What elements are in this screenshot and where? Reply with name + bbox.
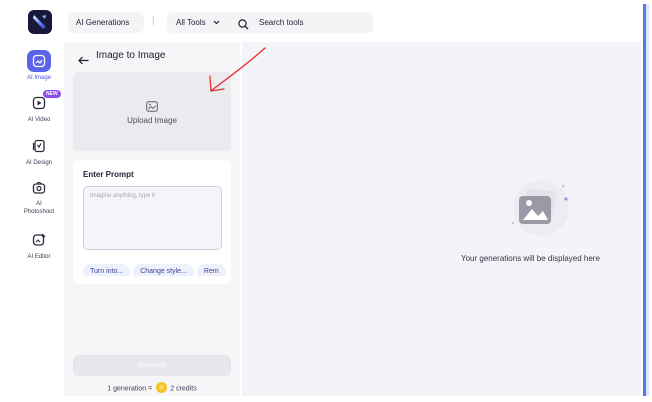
search-input[interactable]: Search tools	[259, 12, 303, 33]
suggestion-chip[interactable]: Rem	[196, 264, 226, 276]
upload-image-label: Upload Image	[127, 116, 177, 125]
sidebar-item-label: AI Editor	[27, 254, 51, 260]
prompt-suggestions: Turn into... Change style... Rem	[83, 260, 231, 276]
sidebar-item-ai-design[interactable]: AI Design	[14, 135, 64, 171]
sidebar-item-label: AI Image	[26, 75, 51, 81]
coin-icon	[156, 382, 168, 393]
prompt-card: Enter Prompt Imagine anything, type it T…	[73, 160, 231, 284]
sidebar-item-label-line2: Photoshoot	[23, 209, 55, 215]
sidebar-item-label: AI Video	[27, 117, 51, 123]
all-tools-search-bar[interactable]: All Tools Search tools	[167, 12, 373, 33]
scrollbar[interactable]	[643, 4, 649, 396]
image-upload-icon	[146, 99, 158, 112]
prompt-title: Enter Prompt	[83, 170, 134, 179]
ai-generations-button[interactable]: AI Generations	[68, 12, 144, 33]
ai-generations-label: AI Generations	[76, 18, 130, 27]
sidebar-item-ai-photoshoot[interactable]: AI Photoshoot	[14, 177, 64, 221]
generations-canvas	[242, 42, 641, 396]
chevron-down-icon[interactable]	[213, 12, 220, 42]
top-bar: AI Generations | All Tools Search tools	[0, 0, 641, 42]
sidebar-item-label: AI	[36, 201, 42, 207]
new-badge: NEW	[43, 90, 61, 98]
sidebar-item-label: AI Design	[25, 160, 52, 166]
generation-text: 1 generation =	[107, 385, 153, 393]
app-logo[interactable]	[28, 10, 52, 34]
sidebar: AI Image NEW AI Video AI Design AI Photo…	[14, 42, 64, 396]
generate-button[interactable]: Generate	[73, 355, 231, 376]
camera-icon	[27, 177, 51, 199]
generate-label: Generate	[137, 362, 167, 369]
back-arrow-icon[interactable]	[78, 52, 89, 65]
prompt-input[interactable]: Imagine anything, type it	[83, 186, 222, 250]
image-edit-icon	[27, 50, 51, 72]
search-icon[interactable]	[238, 17, 249, 30]
topbar-separator: |	[152, 15, 155, 25]
suggestion-chip[interactable]: Change style...	[133, 264, 194, 276]
suggestion-chip[interactable]: Turn into...	[83, 264, 131, 276]
credits-info: 1 generation = 2 credits	[73, 382, 231, 394]
empty-state-message: Your generations will be displayed here	[461, 254, 600, 263]
image-editor-icon	[27, 229, 51, 251]
prompt-placeholder: Imagine anything, type it	[90, 193, 156, 199]
empty-gallery-icon	[505, 176, 577, 238]
panel-title: Image to Image	[96, 50, 166, 61]
credits-text: 2 credits	[170, 385, 197, 393]
all-tools-label[interactable]: All Tools	[176, 18, 206, 27]
sidebar-item-ai-image[interactable]: AI Image	[14, 50, 64, 90]
sidebar-item-ai-editor[interactable]: AI Editor	[14, 229, 64, 265]
design-icon	[27, 135, 51, 157]
sidebar-item-ai-video[interactable]: NEW AI Video	[14, 90, 64, 128]
red-arrow-annotation	[200, 45, 270, 100]
